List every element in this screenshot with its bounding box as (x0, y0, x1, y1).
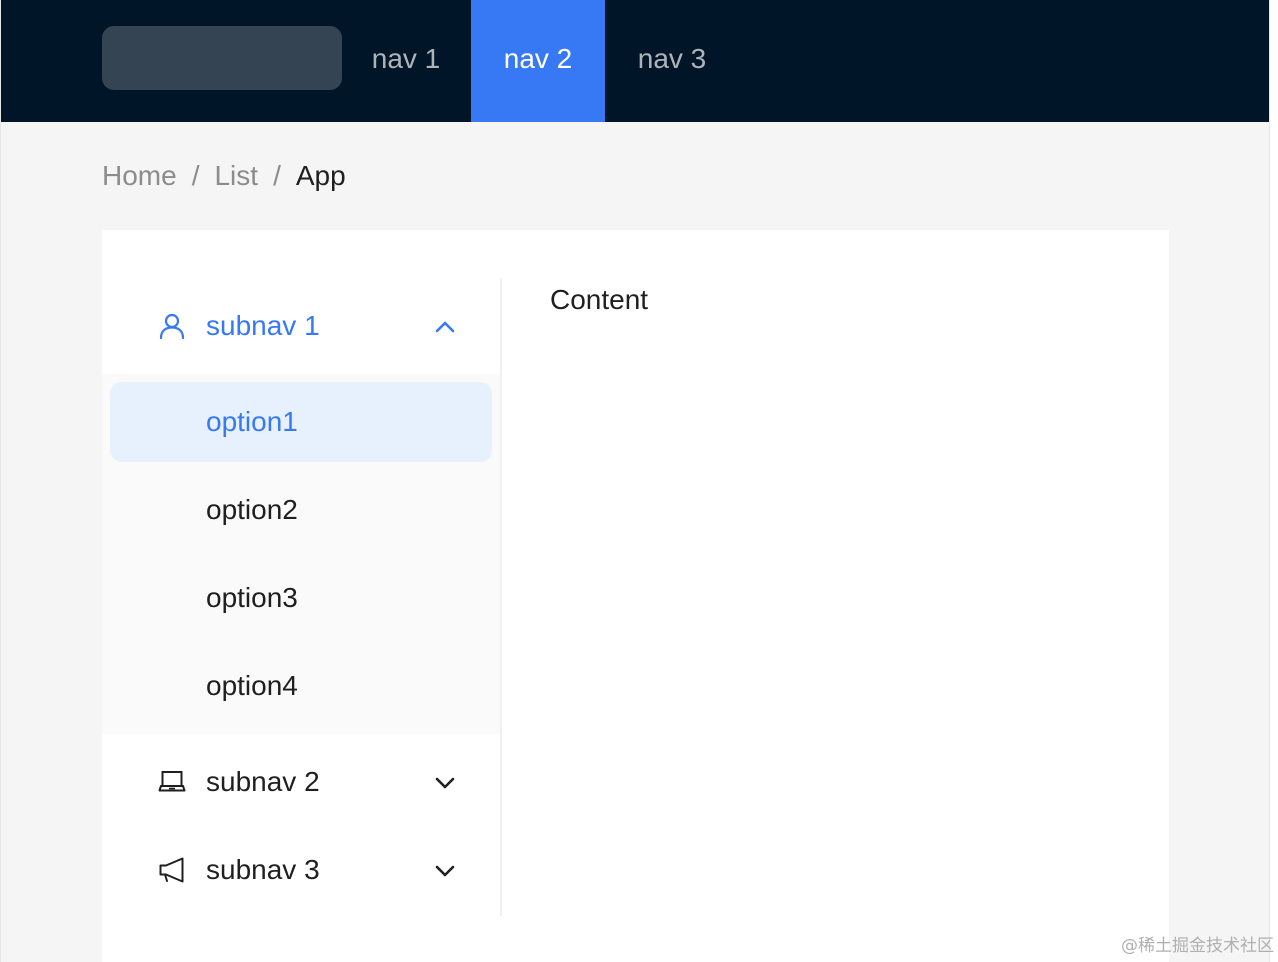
nav-item-2[interactable]: nav 2 (471, 0, 605, 122)
option-label: option4 (206, 670, 298, 701)
breadcrumb-separator: / (273, 160, 281, 191)
breadcrumb-home[interactable]: Home (102, 160, 177, 191)
submenu-subnav-2[interactable]: subnav 2 (102, 738, 500, 826)
submenu-options: option1 option2 option3 option4 (102, 374, 500, 734)
watermark: @稀土掘金技术社区 (1121, 936, 1274, 956)
menu-option-2[interactable]: option2 (110, 470, 492, 550)
menu-option-3[interactable]: option3 (110, 558, 492, 638)
submenu-label: subnav 3 (206, 854, 320, 885)
submenu-subnav-1[interactable]: subnav 1 (102, 282, 500, 370)
chevron-down-icon (435, 865, 455, 877)
logo (102, 26, 342, 90)
notification-icon (159, 857, 184, 883)
nav-item-3[interactable]: nav 3 (605, 0, 739, 122)
submenu-label: subnav 1 (206, 310, 320, 341)
breadcrumb-app: App (295, 160, 346, 191)
menu-option-4[interactable]: option4 (110, 646, 492, 726)
option-label: option3 (206, 582, 298, 613)
top-header: nav 1 nav 2 nav 3 (1, 0, 1269, 122)
submenu-subnav-3[interactable]: subnav 3 (102, 826, 500, 914)
breadcrumb-list[interactable]: List (214, 160, 258, 191)
breadcrumb: Home / List / App (102, 158, 346, 194)
submenu-label: subnav 2 (206, 766, 320, 797)
nav-item-1[interactable]: nav 1 (341, 0, 471, 122)
side-menu: subnav 1 option1 option2 option3 option4 (102, 278, 502, 916)
option-label: option1 (206, 406, 298, 437)
option-label: option2 (206, 494, 298, 525)
app-layout: nav 1 nav 2 nav 3 Home / List / App subnav 1… (0, 0, 1270, 962)
content-area-text: Content (550, 284, 649, 315)
breadcrumb-separator: / (191, 160, 200, 191)
user-icon (159, 313, 185, 340)
chevron-down-icon (435, 777, 455, 789)
menu-option-1[interactable]: option1 (110, 382, 492, 462)
chevron-up-icon (435, 321, 455, 333)
laptop-icon (158, 771, 186, 792)
content-panel: subnav 1 option1 option2 option3 option4 (102, 230, 1169, 962)
